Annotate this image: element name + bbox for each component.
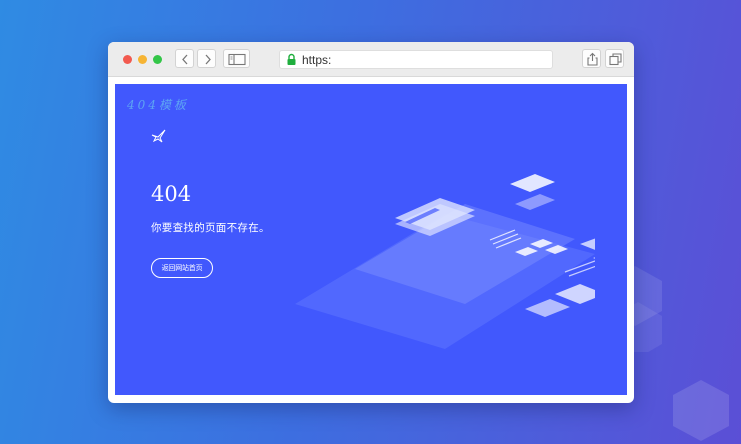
address-bar[interactable]: https: [279, 50, 553, 69]
zoom-dot[interactable] [153, 55, 162, 64]
tabs-icon [609, 53, 622, 66]
share-icon [587, 52, 598, 66]
address-url: https: [302, 53, 332, 67]
sidebar-button[interactable] [223, 49, 250, 68]
back-button[interactable] [175, 49, 194, 68]
error-code: 404 [151, 182, 192, 206]
minimize-dot[interactable] [138, 55, 147, 64]
home-button[interactable]: 返回网站首页 [151, 258, 213, 278]
chevron-left-icon [182, 54, 188, 65]
chevron-right-icon [205, 54, 211, 65]
browser-toolbar: https: [108, 42, 634, 77]
forward-button[interactable] [197, 49, 216, 68]
bird-logo-icon [151, 129, 166, 143]
isometric-illustration [295, 174, 595, 349]
close-dot[interactable] [123, 55, 132, 64]
share-button[interactable] [582, 49, 601, 68]
browser-window: https: 404模板 404 你要查找的页面不存在。 返回网站首页 [108, 42, 634, 403]
hexagon-decoration [673, 380, 729, 441]
sidebar-icon [228, 53, 246, 66]
page-viewport: 404模板 404 你要查找的页面不存在。 返回网站首页 [115, 84, 627, 395]
tabs-button[interactable] [605, 49, 624, 68]
template-label: 404模板 [127, 98, 189, 112]
lock-icon [287, 53, 296, 65]
